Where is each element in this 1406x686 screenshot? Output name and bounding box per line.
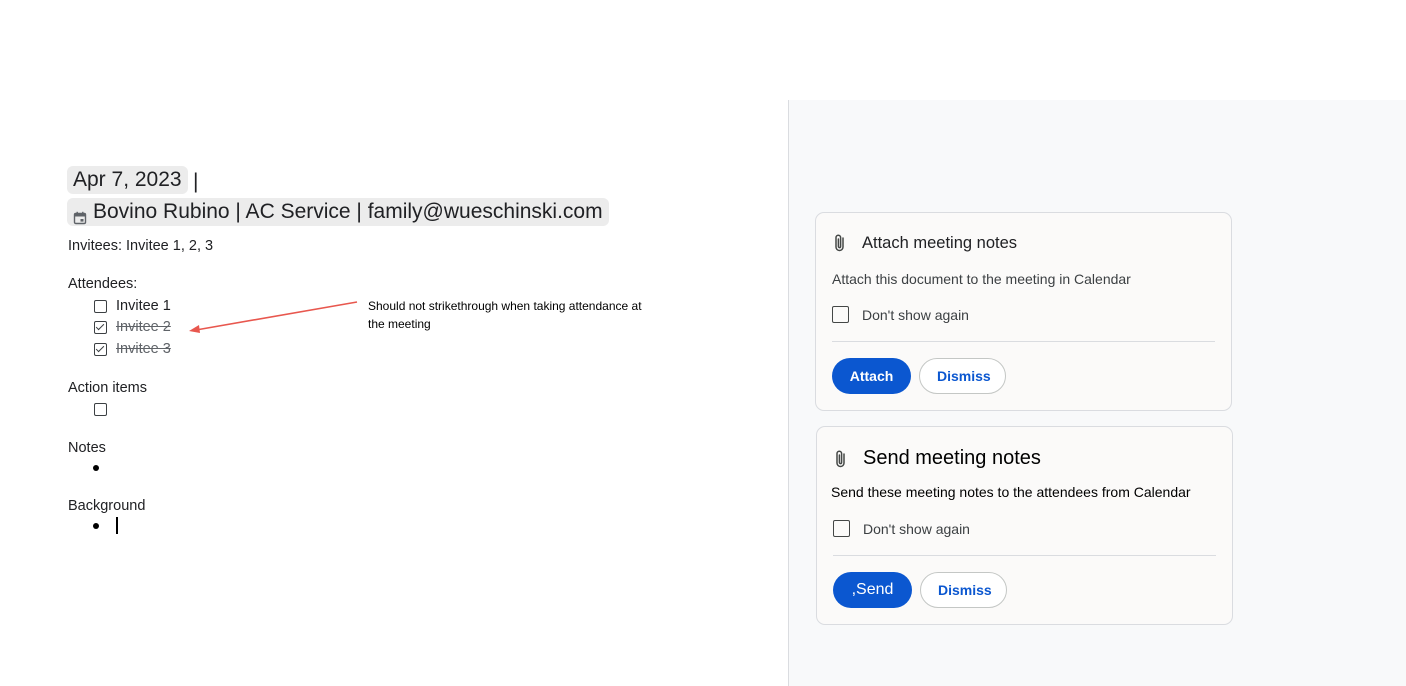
dismiss-button[interactable]: Dismiss — [919, 358, 1006, 394]
attendee-checkbox[interactable] — [94, 320, 107, 334]
attendee-label: Invitee 2 — [116, 319, 171, 335]
action-item-row — [94, 399, 116, 419]
text-cursor — [116, 517, 118, 534]
attendee-checkbox[interactable] — [94, 342, 107, 356]
document-area[interactable]: Apr 7, 2023 | Bovino Rubino | AC Service… — [0, 0, 788, 686]
annotation-note: Should not strikethrough when taking att… — [368, 299, 642, 331]
calendar-event-chip[interactable]: Bovino Rubino | AC Service | family@wues… — [67, 198, 609, 226]
attendee-label: Invitee 3 — [116, 341, 171, 357]
paperclip-icon — [833, 449, 849, 469]
attendees-heading: Attendees: — [68, 276, 138, 292]
notes-bullet — [93, 465, 99, 471]
dont-show-again-option[interactable]: Don't show again — [832, 306, 969, 323]
send-card-description: Send these meeting notes to the attendee… — [831, 484, 1191, 500]
dont-show-again-label: Don't show again — [862, 306, 969, 323]
paperclip-icon — [832, 233, 848, 253]
action-items-heading: Action items — [68, 380, 147, 396]
attendee-row: Invitee 2 — [94, 317, 171, 337]
attach-card-description: Attach this document to the meeting in C… — [832, 271, 1131, 287]
card-divider — [832, 341, 1215, 342]
dismiss-button[interactable]: Dismiss — [920, 572, 1007, 608]
invitees-line: Invitees: Invitee 1, 2, 3 — [68, 238, 214, 254]
calendar-event-label: Bovino Rubino | AC Service | family@wues… — [93, 200, 603, 223]
chip-separator: | — [193, 170, 199, 193]
calendar-icon — [73, 205, 87, 225]
send-notes-card: Send meeting notes Send these meeting no… — [816, 426, 1233, 625]
send-button[interactable]: ,Send — [833, 572, 912, 608]
attach-button[interactable]: Attach — [832, 358, 911, 394]
action-item-checkbox[interactable] — [94, 402, 107, 416]
send-card-title: Send meeting notes — [863, 447, 1041, 469]
dont-show-again-checkbox[interactable] — [833, 520, 850, 537]
attach-card-title: Attach meeting notes — [862, 233, 1018, 252]
attendee-row: Invitee 1 — [94, 296, 171, 316]
background-bullet — [93, 523, 99, 529]
date-chip[interactable]: Apr 7, 2023 — [67, 166, 188, 194]
card-divider — [833, 555, 1216, 556]
side-panel: Attach meeting notes Attach this documen… — [788, 100, 1406, 686]
background-heading: Background — [68, 498, 146, 514]
dont-show-again-option[interactable]: Don't show again — [833, 520, 970, 537]
dont-show-again-checkbox[interactable] — [832, 306, 849, 323]
dont-show-again-label: Don't show again — [863, 520, 970, 537]
attendee-row: Invitee 3 — [94, 339, 171, 359]
attendee-label: Invitee 1 — [116, 298, 171, 314]
attendee-checkbox[interactable] — [94, 299, 107, 313]
notes-heading: Notes — [68, 440, 106, 456]
date-chip-label: Apr 7, 2023 — [73, 168, 182, 191]
attach-notes-card: Attach meeting notes Attach this documen… — [815, 212, 1232, 411]
